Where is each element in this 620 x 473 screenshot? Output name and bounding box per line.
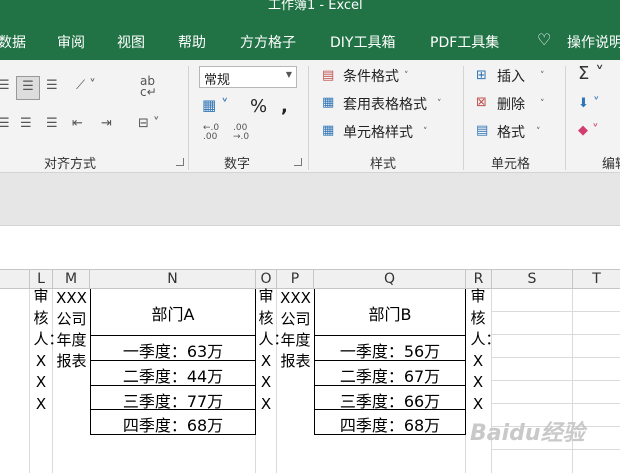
dept-b-q3[interactable]: 三季度：66万	[315, 388, 465, 412]
cell-styles-button[interactable]: 单元格样式	[343, 122, 413, 142]
chevron-down-icon[interactable]: ˅	[540, 68, 545, 84]
title-bar: 工作簿1 - Excel	[0, 0, 620, 16]
group-label-alignment: 对齐方式	[44, 157, 97, 172]
insert-button[interactable]: 插入	[497, 66, 525, 86]
group-separator	[308, 66, 309, 170]
dept-a-q3[interactable]: 三季度：77万	[91, 388, 255, 412]
align-left-icon[interactable]: ☰	[0, 116, 10, 132]
dept-a-header[interactable]: 部门A	[91, 301, 255, 325]
comma-style-button[interactable]: ,	[281, 96, 288, 117]
align-center-icon[interactable]: ☰	[20, 116, 32, 132]
align-top-icon[interactable]: ☰	[0, 78, 10, 94]
dept-a-q2[interactable]: 二季度：44万	[91, 363, 255, 387]
decrease-indent-icon[interactable]: ⇤	[72, 116, 83, 132]
ribbon: ☰ ☰ ☰ ⟋ ˅ ab c↵ ☰ ☰ ☰ ⇤ ⇥ ⊟ ˅ 对齐方式 常规 ▼ ▦…	[0, 60, 620, 173]
tab-view[interactable]: 视图	[117, 32, 145, 52]
fill-icon[interactable]: ⬇ ˅	[578, 96, 600, 112]
align-middle-icon[interactable]: ☰	[16, 76, 40, 100]
dept-b-q2[interactable]: 二季度：67万	[315, 363, 465, 387]
ribbon-tabs: 数据 审阅 视图 帮助 方方格子 DIY工具箱 PDF工具集 ♡ 操作说明	[0, 16, 620, 60]
format-cells-icon: ▤	[476, 123, 489, 138]
cell-styles-icon: ▦	[322, 123, 335, 138]
column-header-q[interactable]: Q	[314, 269, 466, 289]
column-header-spacer	[0, 269, 30, 289]
group-separator	[188, 66, 189, 170]
delete-button[interactable]: 删除	[497, 94, 525, 114]
format-button[interactable]: 格式	[497, 122, 525, 142]
dept-b-header[interactable]: 部门B	[315, 301, 465, 325]
column-header-p[interactable]: P	[277, 269, 314, 289]
column-header-t[interactable]: T	[573, 269, 620, 289]
insert-cells-icon: ⊞	[476, 68, 487, 83]
chevron-down-icon[interactable]: ˅	[540, 96, 545, 112]
column-header-n[interactable]: N	[90, 269, 256, 289]
merge-center-icon[interactable]: ⊟ ˅	[138, 116, 160, 132]
tab-fangfang[interactable]: 方方格子	[240, 32, 296, 52]
reviewer-cell-b[interactable]: 审核人：XXX	[256, 286, 289, 415]
tab-data[interactable]: 数据	[0, 32, 26, 52]
group-label-editing: 编辑	[602, 157, 620, 172]
dept-b-q4[interactable]: 四季度：68万	[315, 412, 465, 436]
format-as-table-icon: ▦	[322, 95, 335, 110]
dept-a-q1[interactable]: 一季度：63万	[91, 338, 255, 362]
column-header-s[interactable]: S	[492, 269, 573, 289]
window-title: 工作簿1 - Excel	[268, 0, 363, 13]
chevron-down-icon[interactable]: ˅	[423, 124, 428, 140]
align-right-icon[interactable]: ☰	[46, 116, 58, 132]
group-label-styles: 样式	[370, 157, 397, 172]
tab-diy-toolbox[interactable]: DIY工具箱	[330, 32, 395, 52]
chevron-down-icon: ▼	[285, 70, 292, 79]
tab-review[interactable]: 审阅	[57, 32, 85, 52]
percent-style-button[interactable]: %	[250, 96, 267, 117]
format-as-table-button[interactable]: 套用表格格式	[343, 94, 427, 114]
conditional-format-button[interactable]: 条件格式	[343, 66, 399, 86]
watermark-logo: Baidu经验	[470, 421, 585, 446]
decrease-decimal-icon[interactable]: .00 →.0	[233, 124, 249, 142]
alignment-launcher-icon[interactable]	[176, 158, 184, 166]
company-cell-a[interactable]: XXX公司年度报表	[53, 288, 90, 372]
group-label-number: 数字	[224, 157, 251, 172]
number-format-dropdown[interactable]: 常规 ▼	[199, 66, 297, 88]
autosum-icon[interactable]: Σ ˅	[578, 65, 604, 83]
align-bottom-icon[interactable]: ☰	[46, 78, 58, 94]
group-separator	[565, 66, 566, 170]
number-format-value: 常规	[204, 73, 231, 88]
accounting-format-icon[interactable]: ▦ ˅	[202, 97, 228, 113]
dept-a-q4[interactable]: 四季度：68万	[91, 412, 255, 436]
conditional-format-icon: ▤	[322, 68, 335, 83]
tab-pdf-tools[interactable]: PDF工具集	[430, 32, 499, 52]
column-header-m[interactable]: M	[53, 269, 90, 289]
dept-b-q1[interactable]: 一季度：56万	[315, 338, 465, 362]
group-label-cells: 单元格	[491, 157, 531, 172]
reviewer-cell-a[interactable]: 审核人：XXX	[30, 286, 64, 415]
formula-bar-area	[0, 225, 620, 270]
delete-cells-icon: ⊠	[476, 95, 487, 110]
tab-help[interactable]: 帮助	[178, 32, 206, 52]
ribbon-collapsed-area	[0, 173, 620, 225]
wrap-text-icon[interactable]: ab c↵	[140, 75, 157, 98]
orientation-icon[interactable]: ⟋ ˅	[76, 78, 96, 94]
chevron-down-icon[interactable]: ˅	[404, 68, 409, 84]
group-separator	[463, 66, 464, 170]
increase-decimal-icon[interactable]: ←.0.00	[203, 124, 219, 142]
lightbulb-icon[interactable]: ♡	[537, 30, 551, 49]
increase-indent-icon[interactable]: ⇥	[101, 116, 112, 132]
reviewer-cell-c[interactable]: 审核人：XXX	[467, 286, 501, 415]
tell-me-search[interactable]: 操作说明	[567, 32, 620, 52]
number-launcher-icon[interactable]	[294, 158, 302, 166]
chevron-down-icon[interactable]: ˅	[536, 124, 541, 140]
company-cell-b[interactable]: XXX公司年度报表	[277, 288, 314, 372]
clear-icon[interactable]: ◆ ˅	[578, 123, 599, 139]
chevron-down-icon[interactable]: ˅	[437, 96, 442, 112]
